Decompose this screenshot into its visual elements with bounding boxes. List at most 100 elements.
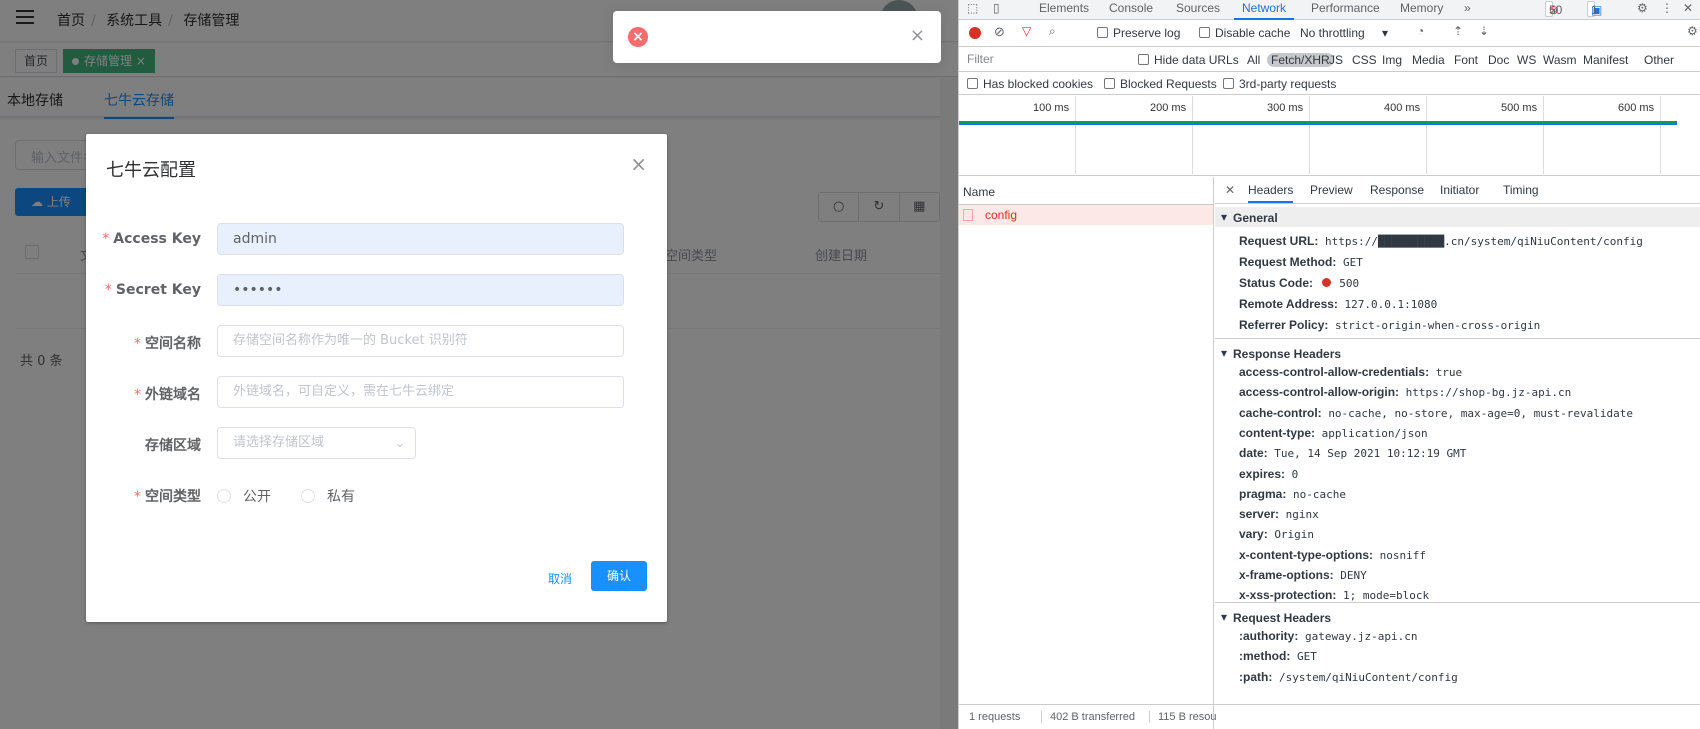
filter-input[interactable]: Filter (962, 50, 1127, 68)
third-party-checkbox[interactable]: 3rd-party requests (1223, 77, 1336, 91)
field-label: * 外链域名 (134, 387, 201, 403)
domain-label: 外链域名 (145, 387, 201, 403)
disable-cache-checkbox[interactable]: Disable cache (1199, 26, 1290, 40)
header-key: :path: (1239, 669, 1273, 684)
confirm-button[interactable]: 确认 (591, 561, 647, 591)
tab-memory[interactable]: Memory (1400, 1, 1443, 15)
detail-tabs: ✕ Headers Preview Response Initiator Tim… (1215, 177, 1700, 204)
section-title: Request Headers (1233, 611, 1332, 625)
more-tabs-icon[interactable]: » (1464, 1, 1471, 15)
tab-headers[interactable]: Headers (1248, 183, 1294, 203)
tab-network[interactable]: Network (1233, 1, 1295, 20)
close-icon[interactable]: × (910, 25, 925, 46)
error-count-badge[interactable]: ⊗ 50 (1545, 1, 1562, 17)
zone-select[interactable]: 请选择存储区域 ⌄ (217, 427, 416, 459)
bucket-label: 空间名称 (145, 336, 201, 352)
headers-pane: ▾ General Request URL: https://██████████… (1215, 205, 1700, 729)
message-count-badge[interactable]: ▣ 1 (1587, 1, 1602, 17)
zone-row: 存储区域 请选择存储区域 ⌄ (86, 427, 667, 459)
field-label: * 空间类型 (134, 489, 201, 505)
header-row: :path: /system/qiNiuContent/config (1239, 670, 1458, 684)
radio-public[interactable]: 公开 (217, 486, 271, 506)
tab-elements[interactable]: Elements (1039, 1, 1089, 15)
timeline-tick: 600 ms (1618, 102, 1655, 114)
header-row: x-frame-options: DENY (1239, 568, 1367, 582)
network-timeline: 100 ms 200 ms 300 ms 400 ms 500 ms 600 m… (959, 96, 1700, 176)
blocked-requests-checkbox[interactable]: Blocked Requests (1104, 77, 1217, 91)
device-toggle-icon[interactable]: ▯ (993, 1, 1000, 15)
field-label: 存储区域 (145, 435, 201, 455)
request-section-header[interactable]: ▾ Request Headers (1215, 607, 1700, 627)
header-value: true (1435, 366, 1463, 379)
filter-icon[interactable]: ▽ (1022, 24, 1031, 38)
network-settings-icon[interactable]: ⚙ (1687, 24, 1698, 38)
header-value: 127.0.0.1:1080 (1344, 298, 1438, 311)
tab-sources[interactable]: Sources (1176, 1, 1220, 15)
tab-preview[interactable]: Preview (1310, 183, 1353, 197)
message-count: 1 (1591, 3, 1598, 17)
filter-css[interactable]: CSS (1352, 53, 1377, 67)
filter-checkboxes: Has blocked cookies Blocked Requests 3rd… (959, 73, 1700, 95)
close-icon[interactable]: ✕ (1683, 1, 1693, 15)
filter-img[interactable]: Img (1382, 53, 1402, 67)
tab-performance[interactable]: Performance (1311, 1, 1380, 15)
header-key: Request Method: (1239, 255, 1337, 269)
response-section-header[interactable]: ▾ Response Headers (1215, 343, 1700, 363)
radio-label: 私有 (327, 489, 355, 505)
filter-doc[interactable]: Doc (1488, 53, 1509, 67)
header-row: access-control-allow-origin: https://sho… (1239, 385, 1571, 399)
header-value: https://shop-bg.jz-api.cn (1405, 386, 1572, 400)
throttling-select[interactable]: No throttling ▾ (1300, 26, 1388, 40)
header-row: expires: 0 (1239, 467, 1298, 481)
tab-response[interactable]: Response (1370, 183, 1424, 197)
secret-key-row: * Secret Key •••••• (86, 274, 667, 306)
filter-other[interactable]: Other (1644, 53, 1674, 67)
filter-fetch-xhr[interactable]: Fetch/XHR (1267, 53, 1334, 67)
filter-js[interactable]: JS (1329, 53, 1343, 67)
blocked-cookies-checkbox[interactable]: Has blocked cookies (967, 77, 1093, 91)
kebab-menu-icon[interactable]: ⋮ (1661, 1, 1673, 15)
close-icon[interactable]: × (630, 152, 647, 176)
access-key-input[interactable]: admin (217, 223, 624, 255)
filter-ws[interactable]: WS (1517, 53, 1536, 67)
search-icon[interactable]: ⌕ (1049, 24, 1056, 39)
domain-input[interactable]: 外链域名，可自定义，需在七牛云绑定 (217, 376, 624, 408)
export-icon[interactable]: ⇣ (1479, 24, 1489, 38)
header-value: 500 (1339, 277, 1360, 290)
tab-timing[interactable]: Timing (1503, 183, 1539, 197)
cancel-button[interactable]: 取消 (548, 570, 572, 587)
name-column-header[interactable]: Name (959, 177, 1213, 205)
filter-media[interactable]: Media (1412, 53, 1445, 67)
hide-data-urls-checkbox[interactable]: Hide data URLs (1138, 53, 1239, 67)
section-title: General (1233, 211, 1278, 225)
tab-initiator[interactable]: Initiator (1440, 183, 1479, 197)
header-key: access-control-allow-credentials: (1239, 365, 1430, 379)
gridline (1543, 96, 1544, 174)
filter-all[interactable]: All (1247, 53, 1260, 67)
bucket-input[interactable]: 存储空间名称作为唯一的 Bucket 识别符 (217, 325, 624, 357)
tab-console[interactable]: Console (1109, 1, 1153, 15)
timeline-tick: 400 ms (1384, 102, 1421, 114)
header-key: x-frame-options: (1239, 568, 1334, 582)
general-row: Status Code: 500 (1239, 276, 1359, 290)
general-section-header[interactable]: ▾ General (1215, 207, 1700, 227)
network-conditions-icon[interactable]: ◔ (1417, 24, 1424, 38)
field-label: * Access Key (102, 231, 201, 247)
close-icon[interactable]: ✕ (1225, 183, 1235, 197)
filter-wasm[interactable]: Wasm (1543, 53, 1577, 67)
header-key: vary: (1239, 527, 1268, 542)
filter-manifest[interactable]: Manifest (1583, 53, 1628, 67)
filter-font[interactable]: Font (1454, 53, 1478, 67)
record-icon[interactable] (969, 27, 981, 39)
request-name: config (985, 208, 1018, 222)
radio-private[interactable]: 私有 (301, 486, 355, 506)
import-icon[interactable]: ⇡ (1453, 24, 1463, 38)
inspect-icon[interactable]: ⬚ (967, 1, 978, 15)
gear-icon[interactable]: ⚙ (1637, 1, 1648, 15)
request-row[interactable]: config (959, 205, 1213, 225)
header-key: content-type: (1239, 425, 1315, 440)
secret-key-input[interactable]: •••••• (217, 274, 624, 306)
clear-icon[interactable]: ⊘ (994, 24, 1005, 40)
preserve-log-checkbox[interactable]: Preserve log (1097, 26, 1180, 40)
header-key: Remote Address: (1239, 297, 1338, 311)
